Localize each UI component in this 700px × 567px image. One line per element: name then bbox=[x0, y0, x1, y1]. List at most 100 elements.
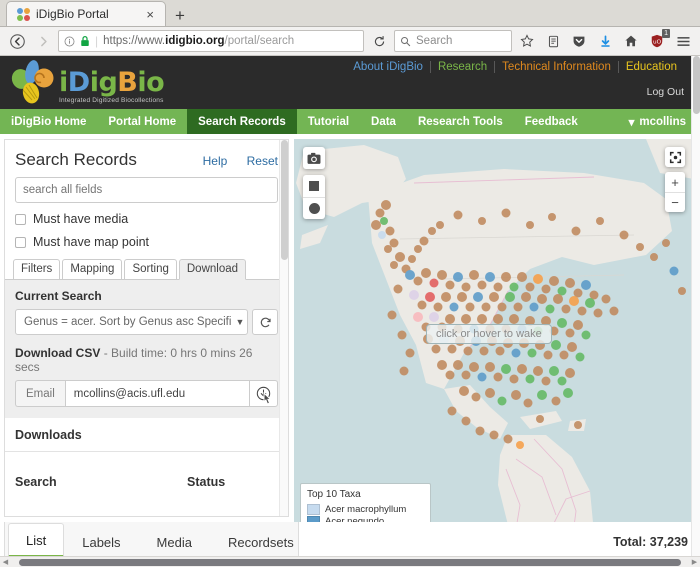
nav-item-research-tools[interactable]: Research Tools bbox=[407, 109, 514, 134]
page-scrollbar-vertical[interactable] bbox=[691, 56, 700, 567]
content-area: Search Records Help Reset Must have medi… bbox=[0, 134, 700, 567]
email-field[interactable] bbox=[65, 380, 249, 407]
url-host: idigbio.org bbox=[165, 35, 224, 47]
horizontal-scroll-thumb[interactable] bbox=[19, 559, 681, 566]
legend-title: Top 10 Taxa bbox=[307, 489, 425, 500]
nav-item-feedback[interactable]: Feedback bbox=[514, 109, 589, 134]
download-csv-title: Download CSV bbox=[15, 346, 100, 360]
url-text: https://www.idigbio.org/portal/search bbox=[103, 35, 294, 47]
forward-button[interactable] bbox=[32, 30, 54, 52]
reader-list-icon[interactable] bbox=[542, 30, 564, 52]
horizontal-scroll-track[interactable] bbox=[11, 559, 689, 566]
current-search-select[interactable]: Genus = acer. Sort by Genus asc Specifi … bbox=[15, 309, 248, 335]
pocket-shield-icon[interactable] bbox=[568, 30, 590, 52]
search-placeholder: Search bbox=[416, 35, 452, 47]
home-icon[interactable] bbox=[620, 30, 642, 52]
tab-title: iDigBio Portal bbox=[36, 7, 137, 21]
nav-item-tutorial[interactable]: Tutorial bbox=[297, 109, 360, 134]
occurrence-map[interactable]: + − click or hover to wake Top 10 Taxa A… bbox=[294, 139, 694, 567]
chevron-down-icon: ▼ bbox=[235, 317, 244, 327]
page-scrollbar-thumb[interactable] bbox=[693, 56, 700, 114]
legend-swatch bbox=[307, 504, 320, 515]
reset-link[interactable]: Reset bbox=[247, 154, 278, 168]
scroll-right-arrow[interactable]: ▶ bbox=[689, 558, 700, 566]
nav-item-search-records[interactable]: Search Records bbox=[187, 109, 297, 134]
search-all-fields-input[interactable] bbox=[15, 177, 278, 203]
hamburger-menu-icon[interactable] bbox=[672, 30, 694, 52]
email-download-row: Email bbox=[15, 380, 278, 407]
tab-mapping[interactable]: Mapping bbox=[62, 259, 122, 280]
back-button[interactable] bbox=[6, 30, 28, 52]
refresh-icon[interactable] bbox=[252, 309, 278, 335]
logout-link[interactable]: Log Out bbox=[647, 86, 684, 98]
current-search-label: Current Search bbox=[15, 289, 278, 303]
results-tab-recordsets[interactable]: Recordsets bbox=[210, 525, 312, 558]
zoom-in-button[interactable]: + bbox=[665, 172, 685, 192]
browser-navbar: | https://www.idigbio.org/portal/search … bbox=[0, 27, 700, 56]
zoom-controls: + − bbox=[665, 172, 685, 212]
nav-item-portal-home[interactable]: Portal Home bbox=[97, 109, 187, 134]
results-tab-list[interactable]: List bbox=[8, 523, 64, 558]
tab-sorting[interactable]: Sorting bbox=[124, 259, 176, 280]
downloads-section-title: Downloads bbox=[5, 418, 288, 452]
panel-header-links: Help Reset bbox=[187, 154, 278, 168]
must-have-map-point-label: Must have map point bbox=[33, 235, 149, 249]
map-draw-tools bbox=[303, 175, 325, 219]
search-records-panel: Search Records Help Reset Must have medi… bbox=[4, 139, 289, 517]
downloads-arrow-icon[interactable] bbox=[594, 30, 616, 52]
help-link[interactable]: Help bbox=[203, 154, 228, 168]
current-search-value: Genus = acer. Sort by Genus asc Specifi bbox=[24, 316, 231, 328]
new-tab-button[interactable]: + bbox=[166, 6, 194, 26]
tab-download[interactable]: Download bbox=[179, 259, 246, 280]
url-path: /portal/search bbox=[225, 35, 295, 47]
tab-filters[interactable]: Filters bbox=[13, 259, 60, 280]
search-panel-header: Search Records Help Reset Must have medi… bbox=[5, 140, 288, 249]
user-menu[interactable]: ▾ mcollins bbox=[629, 109, 686, 134]
browser-search-bar[interactable]: Search bbox=[394, 30, 512, 52]
top-link-research[interactable]: Research bbox=[430, 61, 494, 73]
url-bar[interactable]: | https://www.idigbio.org/portal/search bbox=[58, 30, 364, 52]
must-have-map-point-row[interactable]: Must have map point bbox=[15, 235, 278, 249]
panel-scrollbar[interactable] bbox=[279, 140, 288, 517]
panel-tabs: Filters Mapping Sorting Download bbox=[13, 259, 288, 280]
download-circle-icon[interactable] bbox=[249, 380, 278, 407]
scroll-left-arrow[interactable]: ◀ bbox=[0, 558, 11, 566]
search-icon bbox=[400, 36, 411, 47]
top-link-technical-information[interactable]: Technical Information bbox=[494, 61, 618, 73]
browser-tab[interactable]: iDigBio Portal × bbox=[6, 1, 166, 26]
panel-scrollbar-thumb[interactable] bbox=[281, 140, 288, 260]
main-nav: iDigBio Home Portal Home Search Records … bbox=[0, 109, 700, 134]
page-content: iDigBio Integrated Digitized Biocollecti… bbox=[0, 56, 700, 567]
results-tab-labels[interactable]: Labels bbox=[64, 525, 138, 558]
map-wake-tooltip[interactable]: click or hover to wake bbox=[426, 324, 552, 344]
results-tab-media[interactable]: Media bbox=[139, 525, 210, 558]
downloads-column-search: Search bbox=[15, 475, 187, 489]
svg-text:uO: uO bbox=[653, 39, 662, 45]
rectangle-icon[interactable] bbox=[303, 175, 325, 197]
legend-item: Acer macrophyllum bbox=[307, 503, 425, 515]
top-link-education[interactable]: Education bbox=[618, 61, 684, 73]
camera-icon[interactable] bbox=[303, 147, 325, 169]
download-tab-panel: Current Search Genus = acer. Sort by Gen… bbox=[5, 279, 288, 418]
downloads-table-header: Search Status bbox=[5, 452, 288, 489]
reload-button[interactable] bbox=[368, 30, 390, 52]
ublock-origin-icon[interactable]: uO 1 bbox=[646, 30, 668, 52]
must-have-media-row[interactable]: Must have media bbox=[15, 212, 278, 226]
bookmark-star-icon[interactable] bbox=[516, 30, 538, 52]
must-have-map-point-checkbox[interactable] bbox=[15, 237, 26, 248]
fullscreen-icon[interactable] bbox=[665, 147, 685, 167]
must-have-media-checkbox[interactable] bbox=[15, 214, 26, 225]
logo-mark-icon bbox=[10, 60, 56, 104]
nav-item-data[interactable]: Data bbox=[360, 109, 407, 134]
idigbio-logo[interactable]: iDigBio Integrated Digitized Biocollecti… bbox=[10, 60, 164, 104]
close-icon[interactable]: × bbox=[143, 7, 157, 22]
lock-icon bbox=[80, 35, 90, 47]
page-scrollbar-horizontal[interactable]: ◀ ▶ bbox=[0, 556, 700, 567]
email-addon-label: Email bbox=[15, 380, 65, 407]
circle-icon[interactable] bbox=[303, 197, 325, 219]
zoom-out-button[interactable]: − bbox=[665, 192, 685, 212]
nav-item-idigbio-home[interactable]: iDigBio Home bbox=[0, 109, 97, 134]
top-link-about[interactable]: About iDigBio bbox=[346, 61, 430, 73]
legend-label: Acer macrophyllum bbox=[325, 504, 406, 515]
results-tabs: List Labels Media Recordsets bbox=[8, 523, 312, 559]
